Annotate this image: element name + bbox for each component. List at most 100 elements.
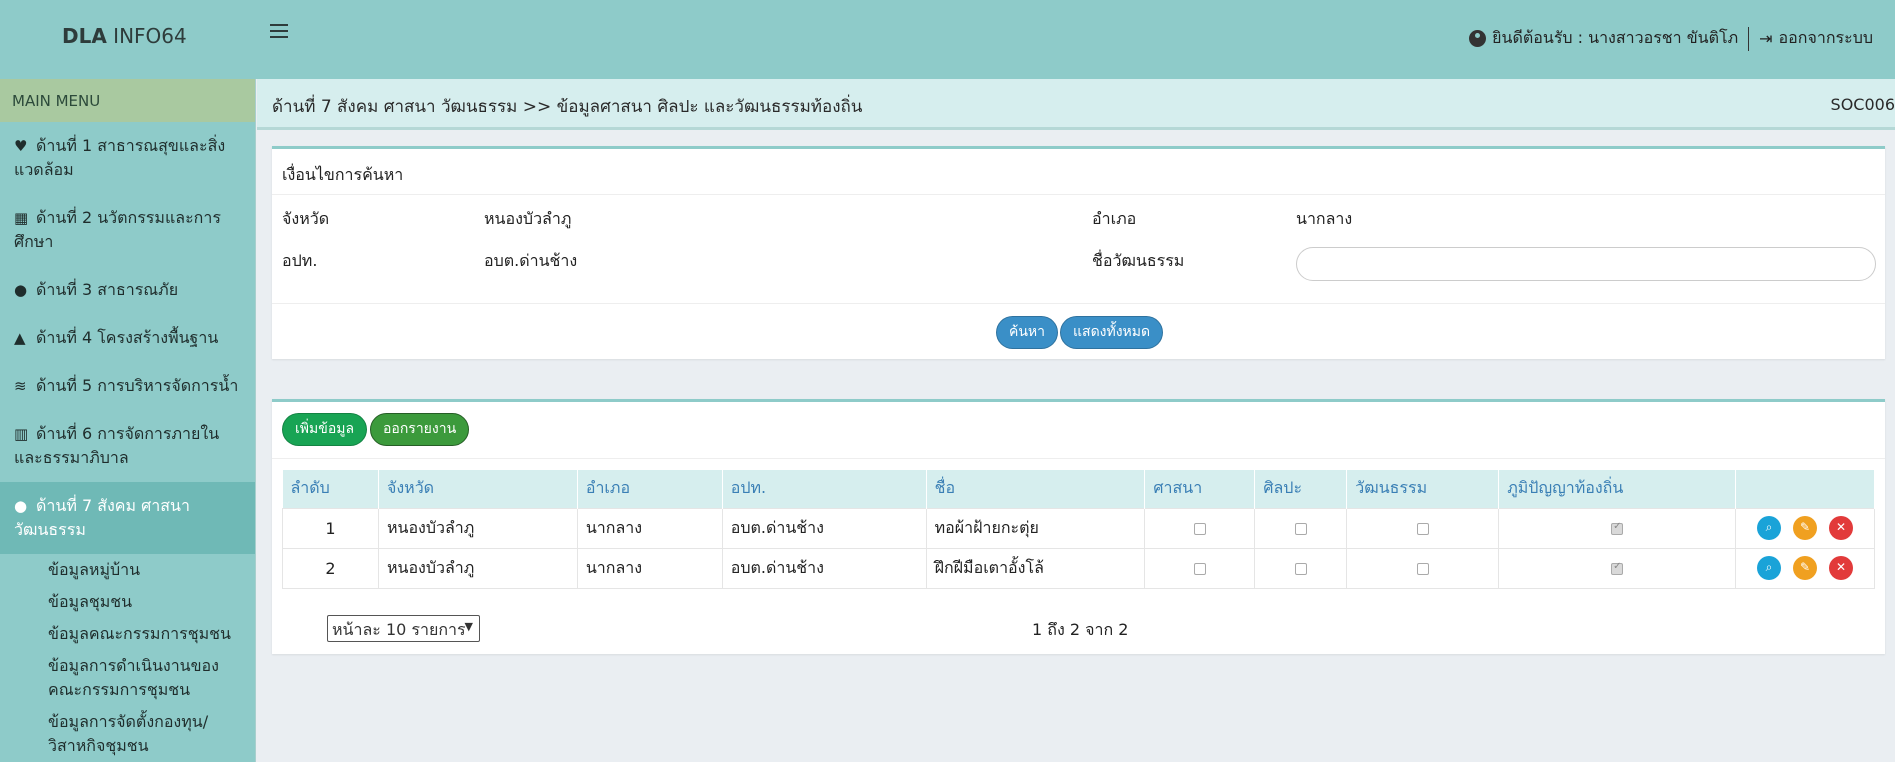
cell-org: อบต.ด่านช้าง xyxy=(721,547,927,589)
cell-name: ทอผ้าฝ้ายกะตุ่ย xyxy=(925,507,1146,549)
sidebar-item-health[interactable]: ♥ ด้านที่ 1 สาธารณสุขและสิ่งแวดล้อม xyxy=(0,122,255,194)
sidebar-title: MAIN MENU xyxy=(0,79,255,122)
edit-icon[interactable]: ✎ xyxy=(1793,516,1817,540)
results-panel: เพิ่มข้อมูล ออกรายงาน ลำดับ จังหวัด อำเภ… xyxy=(272,399,1885,654)
culture-name-label: ชื่อวัฒนธรรม xyxy=(1092,251,1185,270)
search-button[interactable]: ค้นหา xyxy=(996,316,1059,349)
page-code: SOC006 xyxy=(1830,95,1895,114)
brand-logo[interactable]: DLA INFO64 xyxy=(62,24,187,48)
cell-name: ฝึกฝีมือเตาอั้งโล้ xyxy=(925,547,1146,589)
column-header[interactable]: จังหวัด xyxy=(378,470,578,508)
view-icon[interactable]: ⌕ xyxy=(1757,516,1781,540)
cell-province: หนองบัวลำภู xyxy=(377,547,578,589)
cell-culture xyxy=(1346,507,1500,549)
sidebar-item-infrastructure[interactable]: ▲ ด้านที่ 4 โครงสร้างพื้นฐาน xyxy=(0,314,255,362)
cell-no: 1 xyxy=(282,507,379,549)
sidebar-item-society[interactable]: ● ด้านที่ 7 สังคม ศาสนา วัฒนธรรม xyxy=(0,482,255,554)
view-icon[interactable]: ⌕ xyxy=(1757,556,1781,580)
school-icon: ▦ xyxy=(14,209,29,227)
cell-no: 2 xyxy=(282,547,379,589)
page-size-select[interactable]: หน้าละ 10 รายการ ▼ xyxy=(327,615,480,642)
column-header[interactable]: ชื่อ xyxy=(926,470,1146,508)
users-icon: ● xyxy=(14,497,28,515)
religion-checkbox xyxy=(1193,563,1206,575)
sign-out-icon[interactable]: ⇥ xyxy=(1759,29,1772,48)
cell-wisdom xyxy=(1498,507,1737,549)
pagination-info: 1 ถึง 2 จาก 2 xyxy=(1032,620,1129,639)
brand-bold: DLA xyxy=(62,24,107,48)
top-navbar: DLA INFO64 ยินดีต้อนรับ : นางสาวอรชา ขัน… xyxy=(0,0,1895,79)
show-all-button[interactable]: แสดงทั้งหมด xyxy=(1060,316,1164,349)
search-panel-title: เงื่อนไขการค้นหา xyxy=(272,149,1885,195)
header-divider xyxy=(1748,26,1750,51)
art-checkbox xyxy=(1294,563,1307,575)
cell-district: นากลาง xyxy=(576,507,723,549)
table-row: 1 หนองบัวลำภู นากลาง อบต.ด่านช้าง ทอผ้าฝ… xyxy=(282,507,1875,549)
column-header[interactable]: วัฒนธรรม xyxy=(1346,470,1500,508)
cell-actions: ⌕ ✎ ✕ xyxy=(1735,547,1875,589)
column-header[interactable]: ศิลปะ xyxy=(1254,470,1348,508)
sidebar-sub-community[interactable]: ข้อมูลชุมชน xyxy=(0,586,255,618)
brand-rest: INFO64 xyxy=(106,24,187,48)
cell-religion xyxy=(1144,507,1256,549)
welcome-text: ยินดีต้อนรับ : นางสาวอรชา ขันติโภ xyxy=(1492,28,1739,47)
culture-name-input[interactable] xyxy=(1296,247,1876,281)
results-table: ลำดับ จังหวัด อำเภอ อปท. ชื่อ ศาสนา ศิลป… xyxy=(282,470,1875,589)
building-icon: ▥ xyxy=(14,425,29,443)
culture-checkbox xyxy=(1416,523,1429,535)
sidebar-sub-committee-operation[interactable]: ข้อมูลการดำเนินงานของคณะกรรมการชุมชน xyxy=(0,650,255,706)
column-header[interactable]: อำเภอ xyxy=(577,470,723,508)
org-label: อปท. xyxy=(282,251,318,270)
culture-checkbox xyxy=(1416,563,1429,575)
sidebar-sub-village[interactable]: ข้อมูลหมู่บ้าน xyxy=(0,554,255,586)
edit-icon[interactable]: ✎ xyxy=(1793,556,1817,580)
cell-org: อบต.ด่านช้าง xyxy=(721,507,927,549)
sidebar-item-water[interactable]: ≋ ด้านที่ 5 การบริหารจัดการน้ำ xyxy=(0,362,255,410)
cell-art xyxy=(1254,507,1348,549)
wisdom-checkbox xyxy=(1611,561,1624,575)
sidebar-sub-fund[interactable]: ข้อมูลการจัดตั้งกองทุน/วิสาหกิจชุมชน xyxy=(0,706,255,762)
province-value: หนองบัวลำภู xyxy=(484,209,572,228)
menu-toggle-icon[interactable] xyxy=(270,24,288,40)
sidebar-sub-committee[interactable]: ข้อมูลคณะกรรมการชุมชน xyxy=(0,618,255,650)
column-header[interactable]: ศาสนา xyxy=(1144,470,1256,508)
user-circle-icon xyxy=(1469,30,1487,47)
breadcrumb-bar: ด้านที่ 7 สังคม ศาสนา วัฒนธรรม >> ข้อมูล… xyxy=(257,79,1895,130)
sidebar-item-education[interactable]: ▦ ด้านที่ 2 นวัตกรรมและการศึกษา xyxy=(0,194,255,266)
export-report-button[interactable]: ออกรายงาน xyxy=(370,413,470,446)
cell-religion xyxy=(1144,547,1256,589)
form-divider xyxy=(272,303,1885,304)
district-label: อำเภอ xyxy=(1092,209,1137,228)
province-label: จังหวัด xyxy=(282,209,330,228)
sidebar-item-governance[interactable]: ▥ ด้านที่ 6 การจัดการภายในและธรรมาภิบาล xyxy=(0,410,255,482)
wisdom-checkbox xyxy=(1611,521,1624,535)
user-shield-icon: ● xyxy=(14,281,28,299)
logout-link[interactable]: ออกจากระบบ xyxy=(1779,26,1873,51)
art-checkbox xyxy=(1294,523,1307,535)
religion-checkbox xyxy=(1193,523,1206,535)
cell-district: นากลาง xyxy=(576,547,723,589)
sidebar-item-disaster[interactable]: ● ด้านที่ 3 สาธารณภัย xyxy=(0,266,255,314)
road-icon: ▲ xyxy=(14,329,26,347)
cell-wisdom xyxy=(1498,547,1737,589)
breadcrumb: ด้านที่ 7 สังคม ศาสนา วัฒนธรรม >> ข้อมูล… xyxy=(272,97,863,117)
sidebar: MAIN MENU ♥ ด้านที่ 1 สาธารณสุขและสิ่งแวด… xyxy=(0,79,256,762)
table-header-row: ลำดับ จังหวัด อำเภอ อปท. ชื่อ ศาสนา ศิลป… xyxy=(282,470,1875,508)
water-icon: ≋ xyxy=(14,377,27,395)
add-data-button[interactable]: เพิ่มข้อมูล xyxy=(282,413,368,446)
cell-province: หนองบัวลำภู xyxy=(377,507,578,549)
district-value: นากลาง xyxy=(1296,209,1353,228)
column-header[interactable]: ลำดับ xyxy=(282,470,379,508)
search-panel: เงื่อนไขการค้นหา จังหวัด หนองบัวลำภู อำเ… xyxy=(272,146,1885,359)
chevron-down-icon: ▼ xyxy=(464,620,473,633)
trash-icon[interactable]: ✕ xyxy=(1829,516,1853,540)
page-size-value: หน้าละ 10 รายการ xyxy=(332,620,466,639)
column-header[interactable]: อปท. xyxy=(722,470,927,508)
heartbeat-icon: ♥ xyxy=(14,137,28,155)
trash-icon[interactable]: ✕ xyxy=(1829,556,1853,580)
cell-art xyxy=(1254,547,1348,589)
table-row: 2 หนองบัวลำภู นากลาง อบต.ด่านช้าง ฝึกฝีม… xyxy=(282,547,1875,589)
cell-actions: ⌕ ✎ ✕ xyxy=(1735,507,1875,549)
org-value: อบต.ด่านช้าง xyxy=(484,251,578,270)
column-header[interactable]: ภูมิปัญญาท้องถิ่น xyxy=(1498,470,1737,508)
